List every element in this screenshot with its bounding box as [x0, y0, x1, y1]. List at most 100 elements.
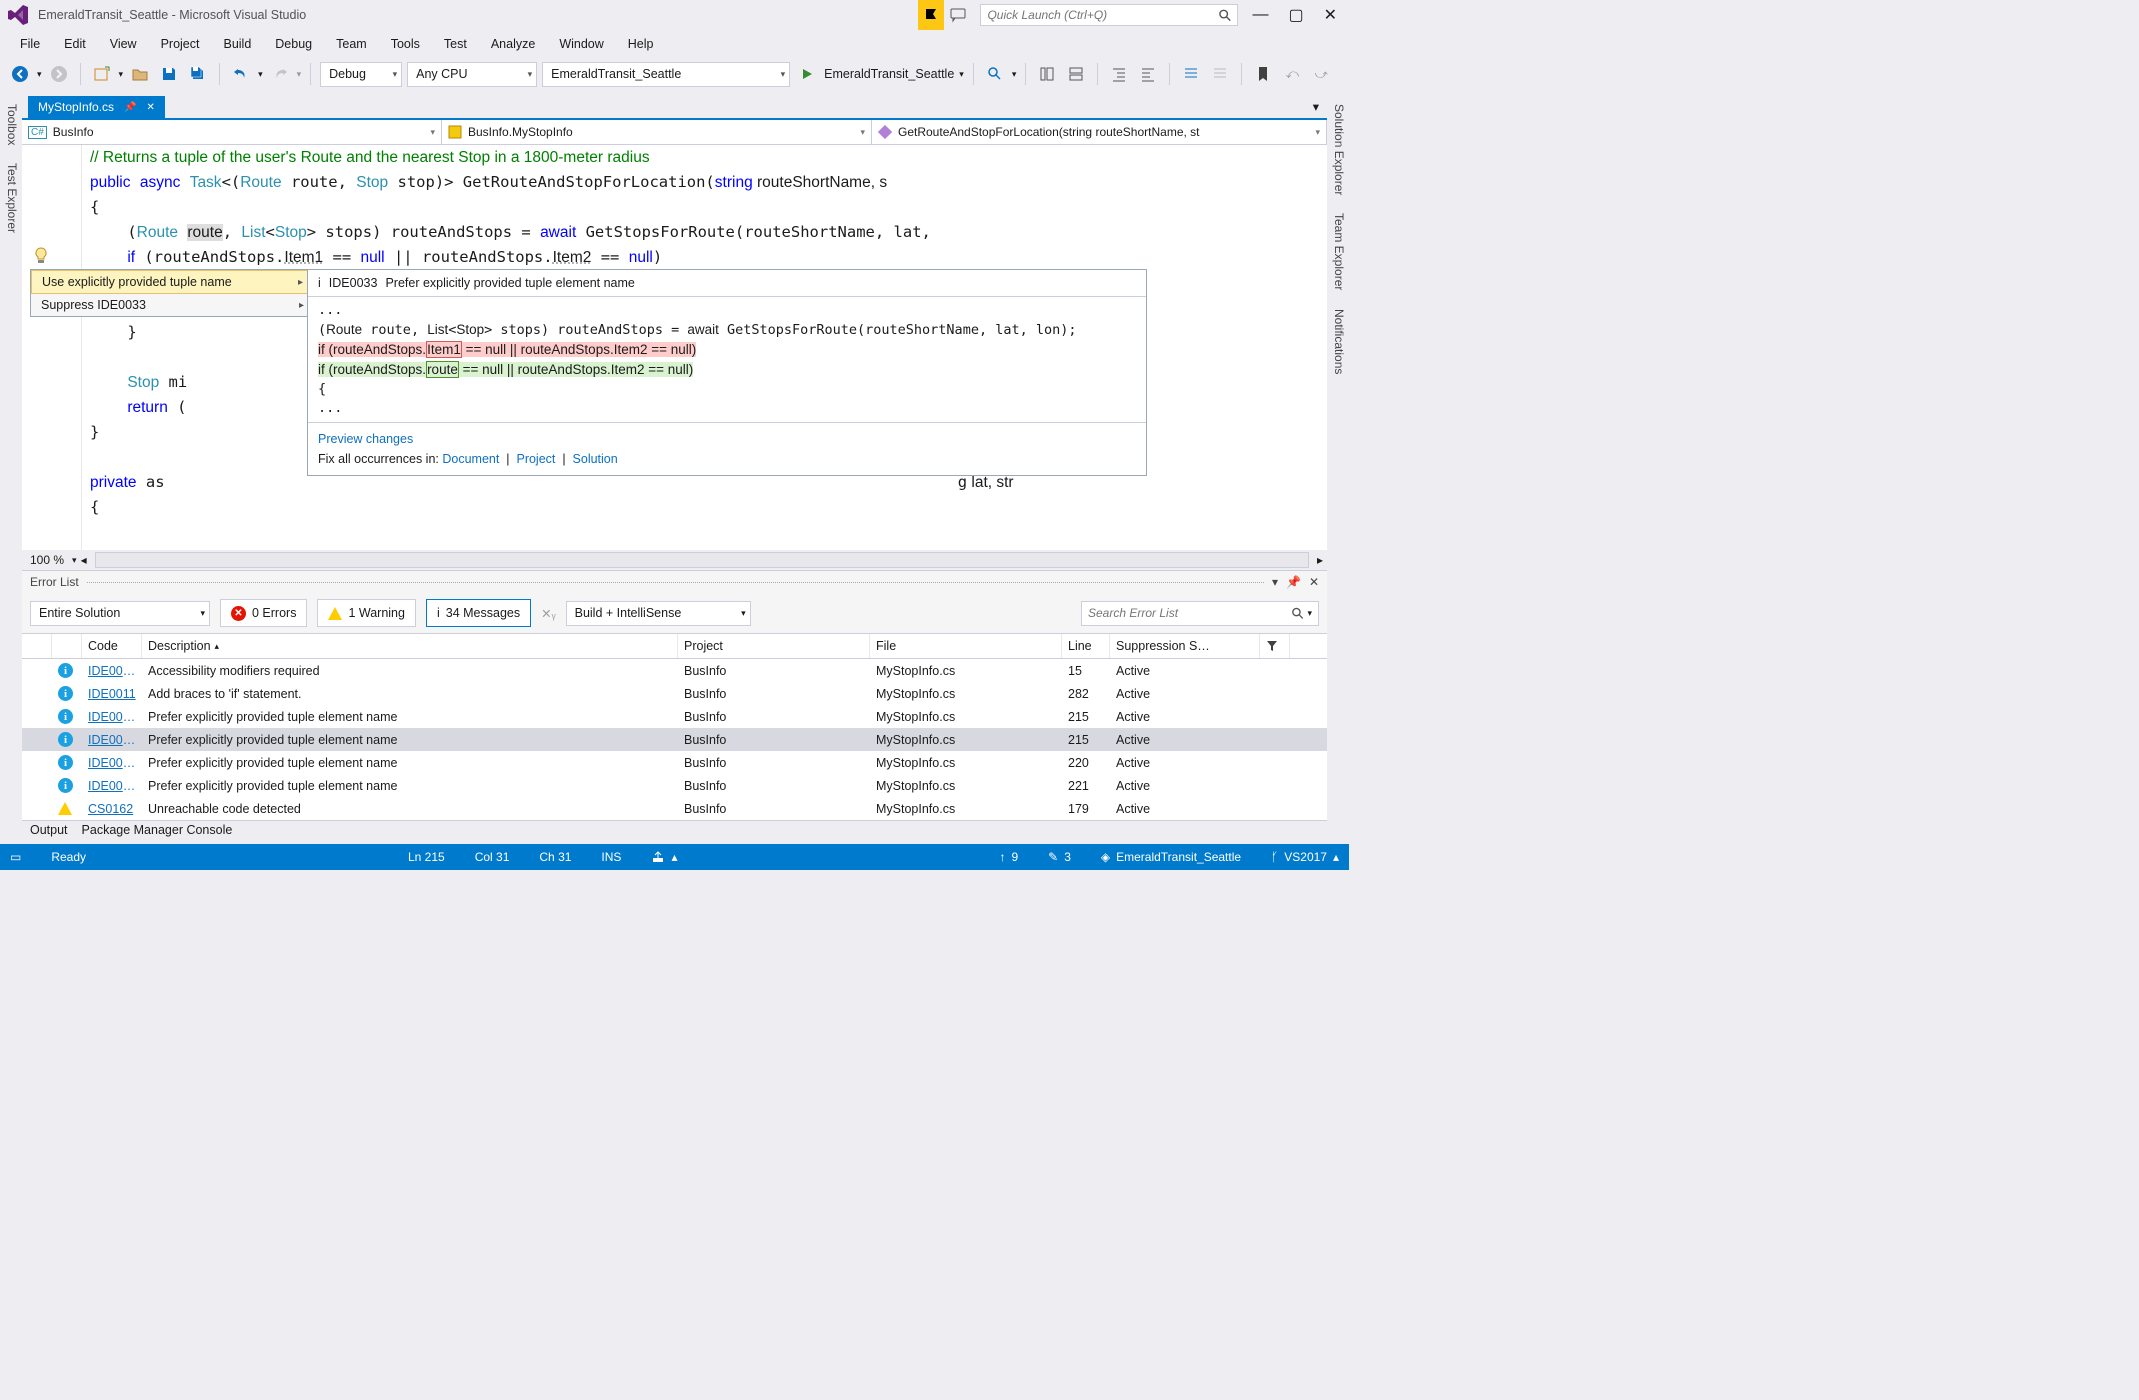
start-debug-label[interactable]: EmeraldTransit_Seattle — [824, 67, 954, 81]
uncomment-button[interactable] — [1208, 62, 1232, 86]
indent-less[interactable] — [1107, 62, 1131, 86]
tool-window-notifications[interactable]: Notifications — [1327, 300, 1349, 383]
doc-dropdown[interactable]: ▾ — [1305, 95, 1327, 118]
notification-flag-icon[interactable] — [918, 0, 944, 30]
comment-button[interactable] — [1179, 62, 1203, 86]
menu-window[interactable]: Window — [549, 34, 613, 54]
open-file-button[interactable] — [128, 62, 152, 86]
menu-view[interactable]: View — [100, 34, 147, 54]
scroll-left[interactable]: ◂ — [77, 553, 91, 567]
menu-team[interactable]: Team — [326, 34, 377, 54]
table-header[interactable]: Code Description ▴ Project File Line Sup… — [22, 633, 1327, 659]
menu-analyze[interactable]: Analyze — [481, 34, 545, 54]
menu-tools[interactable]: Tools — [381, 34, 430, 54]
find-drop[interactable]: ▾ — [1012, 69, 1017, 80]
nav-scope-combo[interactable]: C# BusInfo▾ — [22, 120, 442, 144]
maximize-button[interactable]: ▢ — [1288, 5, 1303, 25]
fix-document-link[interactable]: Document — [442, 452, 499, 466]
config-combo[interactable]: Debug — [320, 62, 402, 87]
error-search-input[interactable]: ▾ — [1081, 601, 1319, 626]
warnings-filter-button[interactable]: 1 Warning — [317, 599, 416, 627]
tool-window-toolbox[interactable]: Toolbox — [0, 95, 22, 154]
undo-drop[interactable]: ▾ — [258, 69, 263, 80]
pkg-console-tab[interactable]: Package Manager Console — [82, 823, 233, 842]
quick-action-preview: i IDE0033 Prefer explicitly provided tup… — [307, 269, 1147, 476]
btn-d[interactable]: ⤻ — [1309, 62, 1333, 86]
menu-help[interactable]: Help — [618, 34, 664, 54]
menu-test[interactable]: Test — [434, 34, 477, 54]
document-tab[interactable]: MyStopInfo.cs 📌 ✕ — [28, 96, 165, 118]
publish-icon[interactable]: ▴ — [651, 850, 677, 864]
platform-combo[interactable]: Any CPU — [407, 62, 537, 87]
errlist-close[interactable]: ✕ — [1309, 575, 1319, 589]
filter-icon[interactable] — [1260, 634, 1290, 658]
error-list-title: Error List — [30, 575, 79, 589]
preview-changes-link[interactable]: Preview changes — [318, 432, 413, 446]
feedback-icon[interactable] — [944, 6, 972, 24]
errlist-pin[interactable]: 📌 — [1286, 575, 1301, 589]
lightbulb-icon[interactable] — [32, 247, 50, 265]
menu-debug[interactable]: Debug — [265, 34, 322, 54]
redo-drop: ▾ — [297, 69, 302, 80]
find-button[interactable] — [983, 62, 1007, 86]
fix-project-link[interactable]: Project — [516, 452, 555, 466]
quick-action-suppress[interactable]: Suppress IDE0033▸ — [31, 294, 314, 316]
menu-project[interactable]: Project — [151, 34, 210, 54]
menu-build[interactable]: Build — [213, 34, 261, 54]
output-tab[interactable]: Output — [30, 823, 68, 842]
undo-button[interactable] — [229, 62, 253, 86]
table-row[interactable]: iIDE0040Accessibility modifiers required… — [22, 659, 1327, 682]
status-bar: ▭ Ready Ln 215 Col 31 Ch 31 INS ▴ ↑ 9 ✎ … — [0, 844, 1349, 870]
main-menu: File Edit View Project Build Debug Team … — [0, 30, 1349, 57]
quick-action-use-tuple-name[interactable]: Use explicitly provided tuple name▸ — [31, 270, 314, 294]
bookmark-button[interactable] — [1251, 62, 1275, 86]
startup-combo[interactable]: EmeraldTransit_Seattle — [542, 62, 790, 87]
status-changes[interactable]: ✎ 3 — [1048, 850, 1071, 864]
status-ins: INS — [601, 850, 621, 864]
tool-window-team-explorer[interactable]: Team Explorer — [1327, 204, 1349, 299]
fix-solution-link[interactable]: Solution — [573, 452, 618, 466]
table-row[interactable]: iIDE0011Add braces to 'if' statement.Bus… — [22, 682, 1327, 705]
errors-filter-button[interactable]: ✕0 Errors — [220, 599, 307, 627]
error-scope-combo[interactable]: Entire Solution — [30, 601, 210, 626]
error-mode-combo[interactable]: Build + IntelliSense — [566, 601, 751, 626]
tool-window-test-explorer[interactable]: Test Explorer — [0, 154, 22, 242]
nav-member-combo[interactable]: GetRouteAndStopForLocation(string routeS… — [872, 120, 1327, 144]
new-project-drop[interactable]: ▾ — [119, 69, 124, 80]
messages-filter-button[interactable]: i34 Messages — [426, 599, 531, 627]
errlist-dropdown[interactable]: ▾ — [1272, 575, 1278, 589]
pin-icon[interactable]: 📌 — [124, 102, 136, 113]
close-tab-icon[interactable]: ✕ — [146, 102, 154, 113]
vs-logo-icon — [6, 3, 30, 27]
table-row[interactable]: iIDE0033Prefer explicitly provided tuple… — [22, 705, 1327, 728]
run-drop[interactable]: ▾ — [959, 69, 964, 80]
close-button[interactable]: ✕ — [1324, 5, 1337, 25]
zoom-level[interactable]: 100 % — [22, 553, 72, 567]
status-outgoing[interactable]: ↑ 9 — [999, 850, 1018, 864]
horizontal-scrollbar[interactable] — [95, 552, 1309, 568]
table-row[interactable]: CS0162Unreachable code detectedBusInfoMy… — [22, 797, 1327, 820]
btn-c[interactable]: ⤺ — [1280, 62, 1304, 86]
btn-a[interactable] — [1035, 62, 1059, 86]
scroll-right[interactable]: ▸ — [1313, 553, 1327, 567]
nav-back-drop[interactable]: ▾ — [37, 69, 42, 80]
table-row[interactable]: iIDE0033Prefer explicitly provided tuple… — [22, 774, 1327, 797]
save-all-button[interactable] — [186, 62, 210, 86]
status-repo[interactable]: ◈ EmeraldTransit_Seattle — [1101, 850, 1241, 864]
menu-file[interactable]: File — [10, 34, 50, 54]
nav-back-button[interactable] — [8, 62, 32, 86]
status-branch[interactable]: ᚶ VS2017 ▴ — [1271, 850, 1339, 864]
minimize-button[interactable]: — — [1252, 6, 1268, 24]
menu-edit[interactable]: Edit — [54, 34, 96, 54]
nav-type-combo[interactable]: BusInfo.MyStopInfo▾ — [442, 120, 872, 144]
quick-launch-input[interactable] — [980, 4, 1238, 26]
save-button[interactable] — [157, 62, 181, 86]
table-row[interactable]: iIDE0033Prefer explicitly provided tuple… — [22, 751, 1327, 774]
new-project-button[interactable] — [90, 62, 114, 86]
indent-more[interactable] — [1136, 62, 1160, 86]
redo-button[interactable] — [268, 62, 292, 86]
table-row[interactable]: iIDE0033Prefer explicitly provided tuple… — [22, 728, 1327, 751]
tool-window-solution-explorer[interactable]: Solution Explorer — [1327, 95, 1349, 204]
btn-b[interactable] — [1064, 62, 1088, 86]
start-debug-button[interactable] — [795, 62, 819, 86]
